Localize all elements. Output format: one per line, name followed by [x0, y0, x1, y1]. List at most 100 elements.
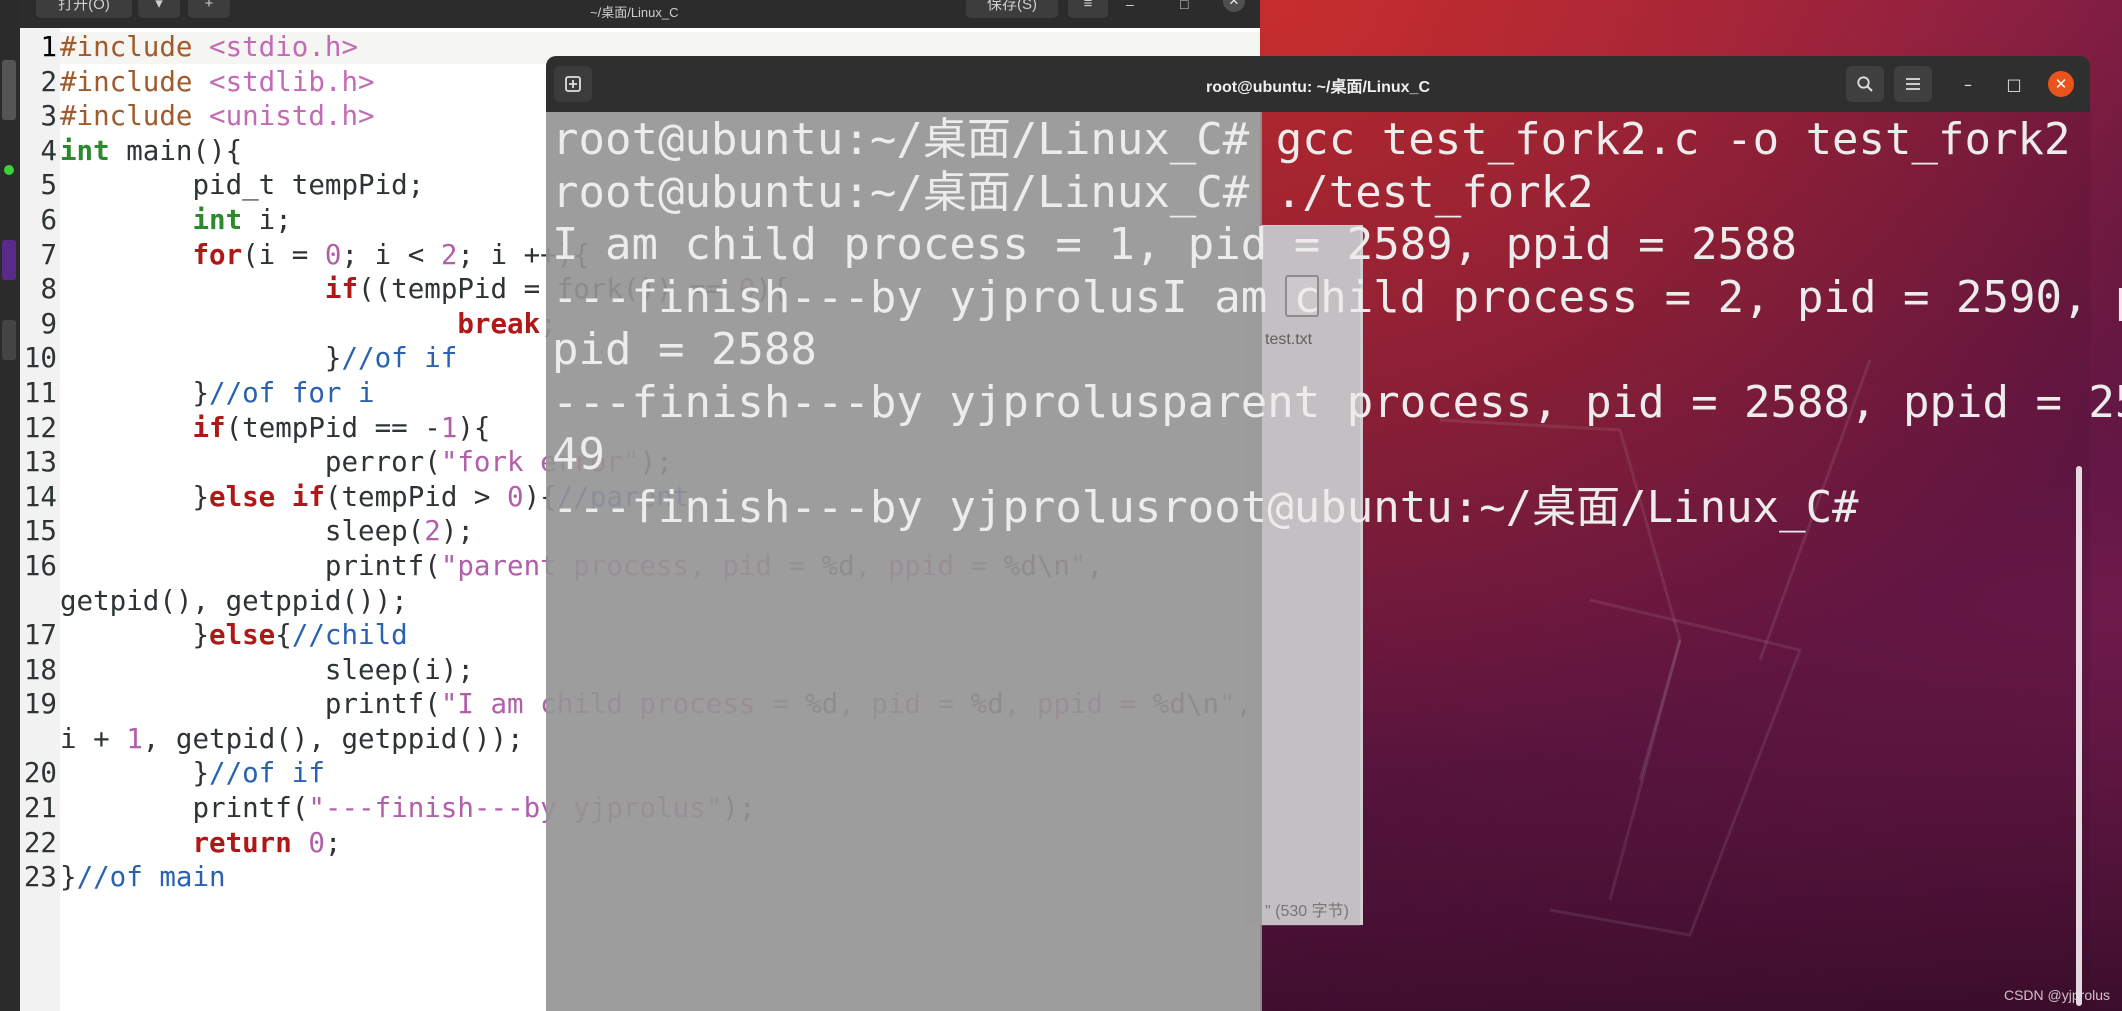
code-token: ); — [440, 515, 474, 548]
code-token: #include — [60, 65, 210, 98]
code-token: } — [60, 342, 342, 375]
code-token: ; — [324, 826, 342, 859]
code-token: break — [457, 307, 541, 340]
maximize-icon[interactable]: □ — [2000, 70, 2028, 98]
line-number: 23 — [23, 861, 57, 894]
open-button[interactable]: 打开(O) — [36, 0, 132, 18]
save-button-label: 保存(S) — [987, 0, 1037, 13]
line-number: 16 — [23, 549, 57, 582]
terminal-search-button[interactable] — [1846, 66, 1884, 102]
terminal-line: ---finish---by yjprolusI am child proces… — [552, 271, 2122, 323]
line-number: 8 — [40, 273, 57, 306]
watermark: CSDN @yjprolus — [2003, 987, 2110, 1003]
code-token: //of if — [341, 342, 458, 375]
code-token: if — [192, 411, 226, 444]
code-token: //of if — [209, 757, 325, 790]
open-dropdown-button[interactable]: ▾ — [138, 0, 180, 18]
line-number: 9 — [40, 307, 57, 340]
code-token: (i = — [242, 238, 325, 271]
editor-menu-button[interactable]: ≡ — [1068, 0, 1108, 18]
code-token: 1 — [440, 411, 458, 444]
dock — [0, 0, 20, 1011]
terminal-line: ---finish---by yjprolusroot@ubuntu:~/桌面/… — [552, 481, 1859, 533]
minimize-icon[interactable]: – — [1954, 70, 1982, 98]
code-token: //child — [291, 619, 408, 652]
hamburger-menu-icon — [1906, 78, 1920, 90]
terminal-titlebar: root@ubuntu: ~/桌面/Linux_C – □ ✕ — [546, 56, 2090, 112]
close-icon[interactable]: ✕ — [1223, 0, 1245, 12]
line-number: 3 — [40, 100, 57, 133]
search-icon — [1857, 76, 1873, 92]
code-token: #include — [60, 31, 210, 63]
line-number: 18 — [23, 653, 57, 686]
dock-app-tile[interactable] — [2, 240, 16, 280]
open-button-label: 打开(O) — [58, 0, 110, 13]
code-token: perror( — [60, 446, 441, 479]
line-number: 19 — [23, 688, 57, 721]
hamburger-menu-icon: ≡ — [1083, 0, 1093, 12]
dock-app-tile[interactable] — [2, 320, 16, 360]
line-number: 20 — [23, 757, 57, 790]
code-token: sleep(i); — [60, 653, 474, 686]
code-token: i + — [60, 722, 127, 755]
code-token: 0 — [507, 480, 524, 513]
line-number: 4 — [40, 134, 57, 167]
terminal-line: ---finish---by yjprolusparent process, p… — [552, 376, 2122, 428]
code-token: <stdlib.h> — [209, 65, 375, 98]
terminal-line: pid = 2588 — [552, 324, 817, 375]
code-token: sleep( — [60, 515, 425, 548]
code-token: 0 — [324, 238, 342, 271]
code-token: } — [60, 480, 210, 513]
code-token: (tempPid == - — [225, 411, 441, 444]
line-number: 22 — [23, 826, 57, 859]
line-number: 17 — [23, 619, 57, 652]
save-button[interactable]: 保存(S) — [966, 0, 1058, 18]
line-number: 11 — [23, 376, 57, 409]
new-document-button[interactable]: + — [188, 0, 230, 18]
code-token: getpid(), getppid()); — [60, 584, 408, 617]
code-token: <stdio.h> — [209, 31, 359, 63]
dock-app-tile[interactable] — [2, 60, 16, 120]
code-token: ; i < — [341, 238, 441, 271]
code-token: pid_t tempPid; — [60, 169, 425, 202]
code-token: return — [192, 826, 292, 859]
minimize-icon[interactable]: – — [1126, 0, 1134, 12]
terminal-scrollbar[interactable] — [2076, 466, 2082, 1006]
code-token: <unistd.h> — [209, 100, 375, 133]
code-token: //of main — [76, 861, 226, 894]
maximize-icon[interactable]: □ — [1180, 0, 1188, 12]
terminal-line: root@ubuntu:~/桌面/Linux_C# ./test_fork2 — [552, 166, 1594, 218]
code-token: main(){ — [109, 134, 243, 167]
code-token: printf( — [60, 688, 441, 721]
line-number: 5 — [40, 169, 57, 202]
code-token: int — [192, 203, 243, 236]
terminal-menu-button[interactable] — [1894, 66, 1932, 102]
terminal-line: I am child process = 1, pid = 2589, ppid… — [552, 219, 1798, 270]
editor-headerbar: 打开(O) ▾ + ~/桌面/Linux_C 保存(S) ≡ – □ ✕ — [20, 0, 1260, 28]
line-number: 14 — [23, 480, 57, 513]
code-token: } — [60, 861, 77, 894]
code-token: printf( — [60, 792, 309, 825]
line-number: 7 — [40, 238, 57, 271]
chevron-down-icon: ▾ — [155, 0, 163, 12]
close-icon[interactable]: ✕ — [2048, 71, 2074, 97]
terminal-output: root@ubuntu:~/桌面/Linux_C# gcc test_fork2… — [552, 114, 2122, 534]
code-token: 2 — [440, 238, 458, 271]
line-number: 12 — [23, 411, 57, 444]
code-token: if — [324, 273, 359, 306]
terminal-line: root@ubuntu:~/桌面/Linux_C# gcc test_fork2… — [552, 114, 2071, 165]
code-token: } — [60, 757, 210, 790]
code-token: ){ — [457, 411, 491, 444]
code-token: 2 — [424, 515, 441, 548]
line-number: 15 — [23, 515, 57, 548]
new-tab-icon: + — [204, 0, 214, 12]
code-token: , getpid(), getppid()); — [142, 722, 524, 755]
dock-running-indicator — [4, 165, 14, 175]
code-token: printf( — [60, 549, 441, 582]
